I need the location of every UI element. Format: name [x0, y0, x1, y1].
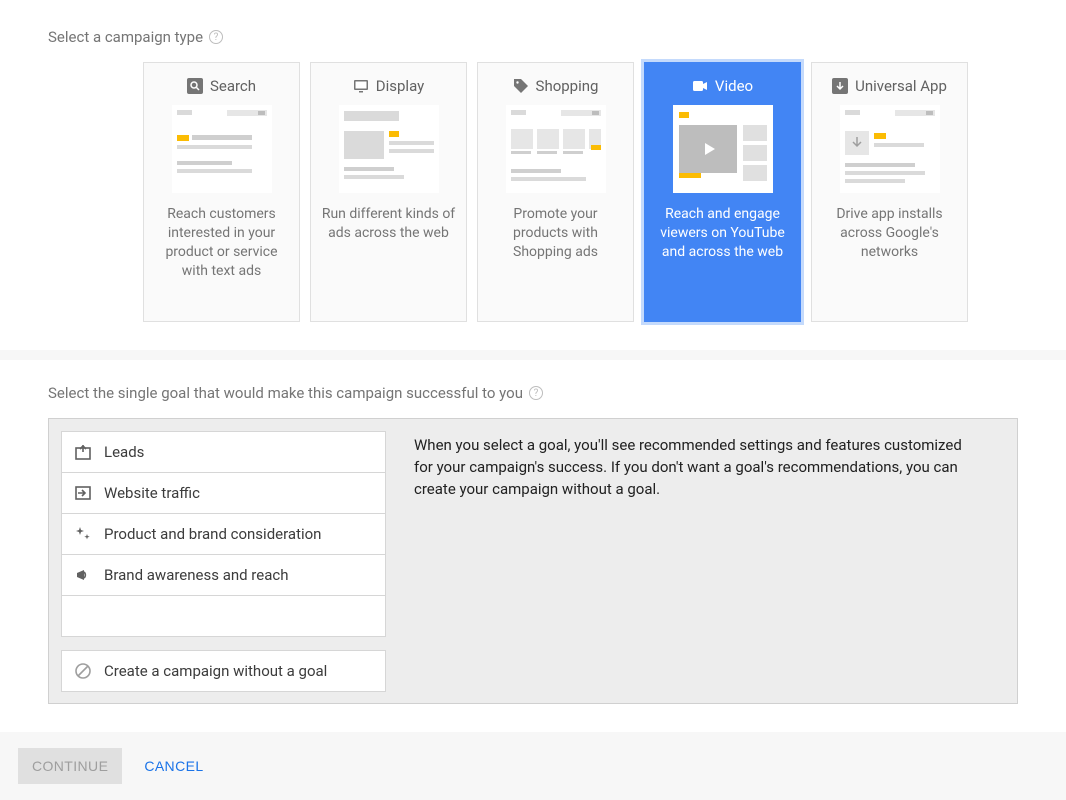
goal-label: Leads [104, 443, 144, 461]
goals-list: Leads Website traffic Product and brand … [61, 431, 386, 691]
goals-panel: Select the single goal that would make t… [0, 360, 1066, 732]
card-title-universal-app: Universal App [832, 77, 947, 95]
card-desc-search: Reach customers interested in your produ… [154, 205, 289, 281]
goal-section-label: Select the single goal that would make t… [48, 384, 1018, 402]
campaign-type-panel: Select a campaign type ? Search [0, 0, 1066, 350]
goal-list-spacer [61, 636, 386, 650]
goals-description: When you select a goal, you'll see recom… [414, 431, 1005, 691]
card-preview-search [172, 105, 272, 193]
card-title-shopping: Shopping [513, 77, 599, 95]
card-desc-universal-app: Drive app installs across Google's netwo… [822, 205, 957, 262]
card-preview-display [339, 105, 439, 193]
card-title-text: Shopping [536, 77, 599, 95]
campaign-card-shopping[interactable]: Shopping [477, 62, 634, 322]
cancel-button[interactable]: CANCEL [138, 748, 209, 784]
campaign-cards-row: Search Reach customers interested in you… [143, 62, 1018, 322]
video-icon [692, 78, 708, 94]
goal-label: Website traffic [104, 484, 200, 502]
campaign-card-search[interactable]: Search Reach customers interested in you… [143, 62, 300, 322]
card-preview-universal-app [840, 105, 940, 193]
card-title-text: Video [715, 77, 753, 95]
campaign-type-label-text: Select a campaign type [48, 28, 203, 46]
goal-item-empty [61, 595, 386, 637]
card-title-display: Display [353, 77, 424, 95]
campaign-card-video[interactable]: Video Reach and engage viewers on YouTub… [644, 62, 801, 322]
website-traffic-icon [74, 484, 92, 502]
display-icon [353, 78, 369, 94]
card-preview-video [673, 105, 773, 193]
sparkle-icon [74, 525, 92, 543]
card-preview-shopping [506, 105, 606, 193]
card-desc-display: Run different kinds of ads across the we… [321, 205, 456, 243]
search-icon [187, 78, 203, 94]
goal-section-label-text: Select the single goal that would make t… [48, 384, 523, 402]
goal-label: Create a campaign without a goal [104, 662, 327, 680]
goals-container: Leads Website traffic Product and brand … [48, 418, 1018, 704]
card-title-text: Display [376, 77, 424, 95]
goal-item-website-traffic[interactable]: Website traffic [61, 472, 386, 514]
goal-label: Product and brand consideration [104, 525, 321, 543]
app-icon [832, 78, 848, 94]
goal-item-product-brand[interactable]: Product and brand consideration [61, 513, 386, 555]
help-icon[interactable]: ? [209, 30, 223, 44]
goal-label: Brand awareness and reach [104, 566, 288, 584]
campaign-card-universal-app[interactable]: Universal App Drive app installs a [811, 62, 968, 322]
help-icon[interactable]: ? [529, 386, 543, 400]
goal-item-leads[interactable]: Leads [61, 431, 386, 473]
card-title-search: Search [187, 77, 256, 95]
goal-item-no-goal[interactable]: Create a campaign without a goal [61, 650, 386, 692]
card-desc-video: Reach and engage viewers on YouTube and … [655, 205, 790, 262]
shopping-tag-icon [513, 78, 529, 94]
no-goal-icon [74, 662, 92, 680]
goal-item-brand-awareness[interactable]: Brand awareness and reach [61, 554, 386, 596]
card-title-text: Universal App [855, 77, 947, 95]
leads-icon [74, 443, 92, 461]
card-desc-shopping: Promote your products with Shopping ads [488, 205, 623, 262]
campaign-card-display[interactable]: Display Run different kinds of ads acros… [310, 62, 467, 322]
campaign-type-label: Select a campaign type ? [48, 28, 1018, 46]
section-divider [0, 350, 1066, 360]
card-title-video: Video [692, 77, 753, 95]
megaphone-icon [74, 566, 92, 584]
continue-button[interactable]: CONTINUE [18, 748, 122, 784]
bottom-action-bar: CONTINUE CANCEL [0, 732, 1066, 800]
card-title-text: Search [210, 77, 256, 95]
